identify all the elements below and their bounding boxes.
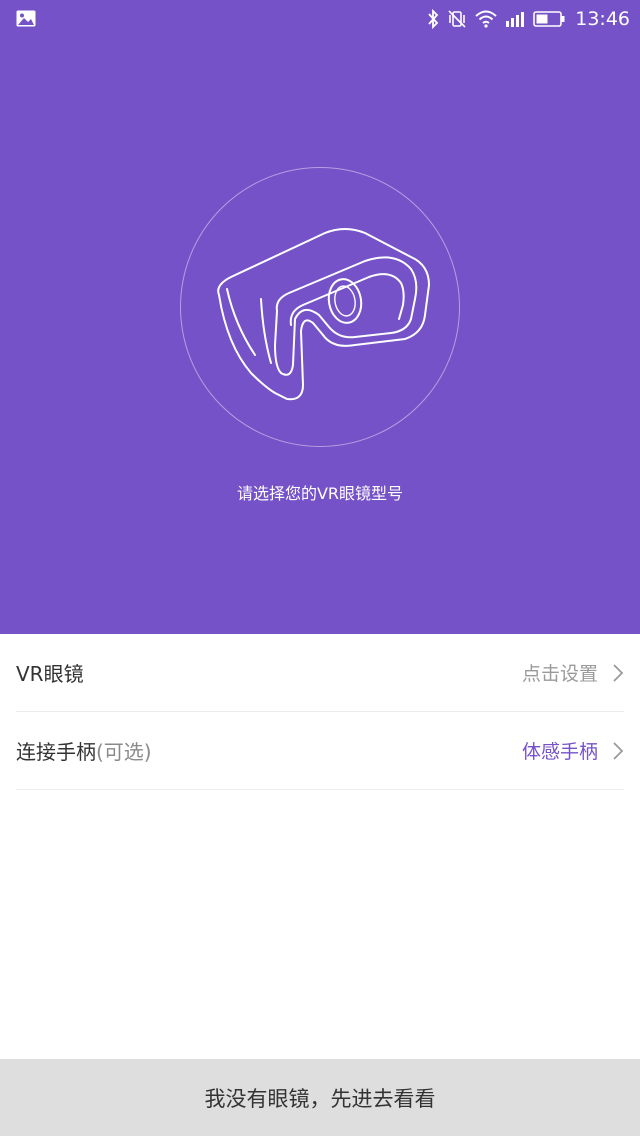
controller-value: 体感手柄 <box>521 741 598 763</box>
hero-prompt: 请选择您的VR眼镜型号 <box>236 484 404 503</box>
settings-list: VR眼镜 点击设置 连接手柄(可选) 体感手柄 <box>16 634 624 790</box>
image-icon <box>16 10 36 27</box>
hero-banner: 13:46 请选择您的VR眼镜型号 <box>0 0 640 634</box>
controller-label: 连接手柄 <box>16 740 96 764</box>
skip-without-glasses-button[interactable]: 我没有眼镜，先进去看看 <box>0 1059 640 1136</box>
vr-headset-icon <box>217 228 430 401</box>
bluetooth-icon <box>427 9 439 29</box>
controller-optional-label: (可选) <box>96 740 152 764</box>
controller-row[interactable]: 连接手柄(可选) 体感手柄 <box>16 712 624 790</box>
wifi-icon <box>475 10 497 28</box>
signal-icon <box>505 11 525 27</box>
battery-icon <box>533 11 565 27</box>
status-bar: 13:46 <box>0 0 640 38</box>
controller-action[interactable]: 体感手柄 <box>522 737 624 764</box>
controller-label-group: 连接手柄(可选) <box>16 736 152 765</box>
vr-glasses-row[interactable]: VR眼镜 点击设置 <box>16 634 624 712</box>
vr-glasses-action[interactable]: 点击设置 <box>522 659 624 686</box>
chevron-right-icon <box>613 663 624 682</box>
vr-glasses-value: 点击设置 <box>521 663 598 685</box>
chevron-right-icon <box>613 741 624 760</box>
status-time: 13:46 <box>575 8 630 30</box>
vr-glasses-label: VR眼镜 <box>16 662 84 686</box>
vibrate-icon <box>447 9 467 29</box>
